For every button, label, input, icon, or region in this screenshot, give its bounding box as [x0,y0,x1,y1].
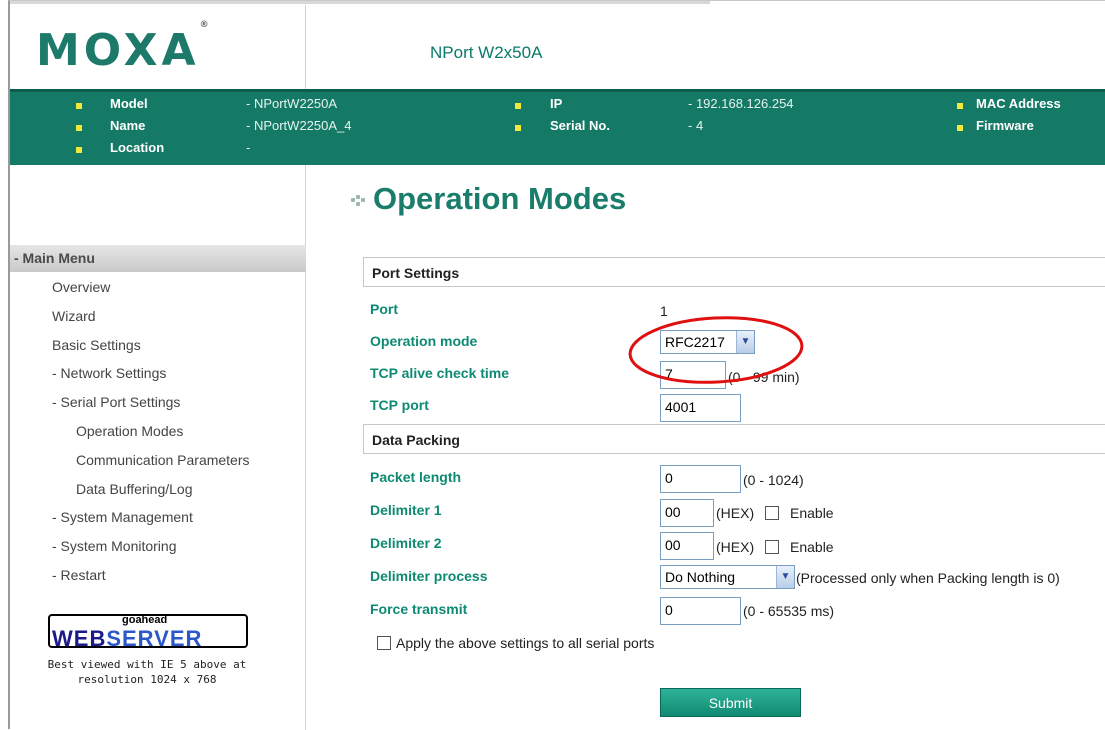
moxa-logo: MOXA® [36,20,209,76]
title-bullet-icon [351,195,369,213]
tcp-alive-input[interactable]: 7 [660,361,726,389]
force-transmit-hint: (0 - 65535 ms) [743,603,835,619]
tcp-alive-label: TCP alive check time [370,365,510,381]
delimiter-process-select[interactable]: Do Nothing ▼ [660,565,795,589]
delimiter1-enable-checkbox[interactable] [765,506,779,520]
port-settings-header: Port Settings [363,257,1105,287]
registered-mark: ® [199,20,209,31]
delimiter2-enable-label: Enable [790,539,834,555]
model-label: Model [110,96,148,111]
device-info-bar: Model - NPortW2250A IP - 192.168.126.254… [10,89,1105,165]
main-menu-heading[interactable]: - Main Menu [10,245,306,272]
top-line [10,1,710,4]
serial-no-label: Serial No. [550,118,610,133]
packet-length-input[interactable]: 0 [660,465,741,493]
packet-length-hint: (0 - 1024) [743,472,804,488]
browser-note-line1: Best viewed with IE 5 above at [47,658,247,671]
delimiter-process-value: Do Nothing [665,569,736,585]
delimiter1-input[interactable]: 00 [660,499,714,527]
product-name: NPort W2x50A [430,43,543,62]
delimiter-process-hint: (Processed only when Packing length is 0… [796,570,1060,586]
operation-mode-label: Operation mode [370,333,478,349]
delimiter1-hex-hint: (HEX) [716,505,755,521]
delimiter1-enable-label: Enable [790,505,834,521]
goahead-text: goahead [122,614,168,626]
info-row-2: Name - NPortW2250A_4 Serial No. - 4 Firm… [10,118,1105,140]
name-value: - NPortW2250A_4 [246,118,352,133]
location-value: - [246,140,251,155]
chevron-down-icon[interactable]: ▼ [736,331,754,353]
sidebar-item-restart[interactable]: - Restart [52,567,106,583]
model-value: - NPortW2250A [246,96,338,111]
delimiter2-hex-hint: (HEX) [716,539,755,555]
mac-address-label: MAC Address [976,96,1061,111]
force-transmit-label: Force transmit [370,601,468,617]
packet-length-label: Packet length [370,469,462,485]
sidebar-item-wizard[interactable]: Wizard [52,308,96,324]
bullet-icon [957,103,963,109]
location-label: Location [110,140,165,155]
main-content: Operation Modes Port Settings Port 1 Ope… [307,165,1105,730]
sidebar-item-serial-port-settings[interactable]: - Serial Port Settings [52,394,180,410]
page-title: Operation Modes [373,181,627,216]
bullet-icon [515,125,521,131]
sidebar-item-system-management[interactable]: - System Management [52,509,193,525]
tcp-port-input[interactable]: 4001 [660,394,741,422]
operation-mode-select[interactable]: RFC2217 ▼ [660,330,755,354]
tcp-port-label: TCP port [370,397,429,413]
sidebar-item-communication-parameters[interactable]: Communication Parameters [76,452,250,468]
sidebar-item-basic-settings[interactable]: Basic Settings [52,337,141,353]
browser-note: Best viewed with IE 5 above at resolutio… [32,657,262,687]
ip-value: - 192.168.126.254 [688,96,794,111]
browser-note-line2: resolution 1024 x 768 [77,673,217,686]
apply-all-label: Apply the above settings to all serial p… [396,635,655,651]
chevron-down-icon[interactable]: ▼ [776,566,794,588]
force-transmit-input[interactable]: 0 [660,597,741,625]
port-label: Port [370,301,398,317]
port-value: 1 [660,303,668,319]
webserver-text: WEBSERVER [52,626,202,652]
sidebar-item-network-settings[interactable]: - Network Settings [52,365,166,381]
operation-mode-value: RFC2217 [665,334,725,350]
delimiter2-enable-checkbox[interactable] [765,540,779,554]
webserver-part2: SERVER [106,626,203,651]
bullet-icon [76,103,82,109]
bullet-icon [76,147,82,153]
info-row-3: Location - [10,140,610,162]
name-label: Name [110,118,146,133]
logo-cell: MOXA® [10,5,306,89]
sidebar-item-system-monitoring[interactable]: - System Monitoring [52,538,176,554]
delimiter2-label: Delimiter 2 [370,535,442,551]
sidebar-item-operation-modes[interactable]: Operation Modes [76,423,183,439]
webserver-logo: goahead WEBSERVER [48,614,248,651]
delimiter-process-label: Delimiter process [370,568,488,584]
webserver-part1: WEB [52,626,107,651]
serial-no-value: - 4 [688,118,704,133]
bullet-icon [76,125,82,131]
delimiter1-label: Delimiter 1 [370,502,442,518]
firmware-label: Firmware [976,118,1034,133]
sidebar-item-data-buffering-log[interactable]: Data Buffering/Log [76,481,193,497]
sidebar-item-overview[interactable]: Overview [52,279,110,295]
data-packing-header: Data Packing [363,424,1105,454]
bullet-icon [515,103,521,109]
info-row-1: Model - NPortW2250A IP - 192.168.126.254… [10,96,1105,118]
apply-all-checkbox[interactable] [377,636,391,650]
header: MOXA® NPort W2x50A [10,5,1105,89]
bullet-icon [957,125,963,131]
submit-button[interactable]: Submit [660,688,801,717]
delimiter2-input[interactable]: 00 [660,532,714,560]
moxa-logo-text: MOXA [36,25,200,76]
ip-label: IP [550,96,563,111]
tcp-alive-hint: (0 - 99 min) [728,369,800,385]
sidebar: - Main Menu Overview Wizard Basic Settin… [10,165,306,730]
browser-frame: MOXA® NPort W2x50A Model - NPortW2250A I… [8,0,1105,730]
